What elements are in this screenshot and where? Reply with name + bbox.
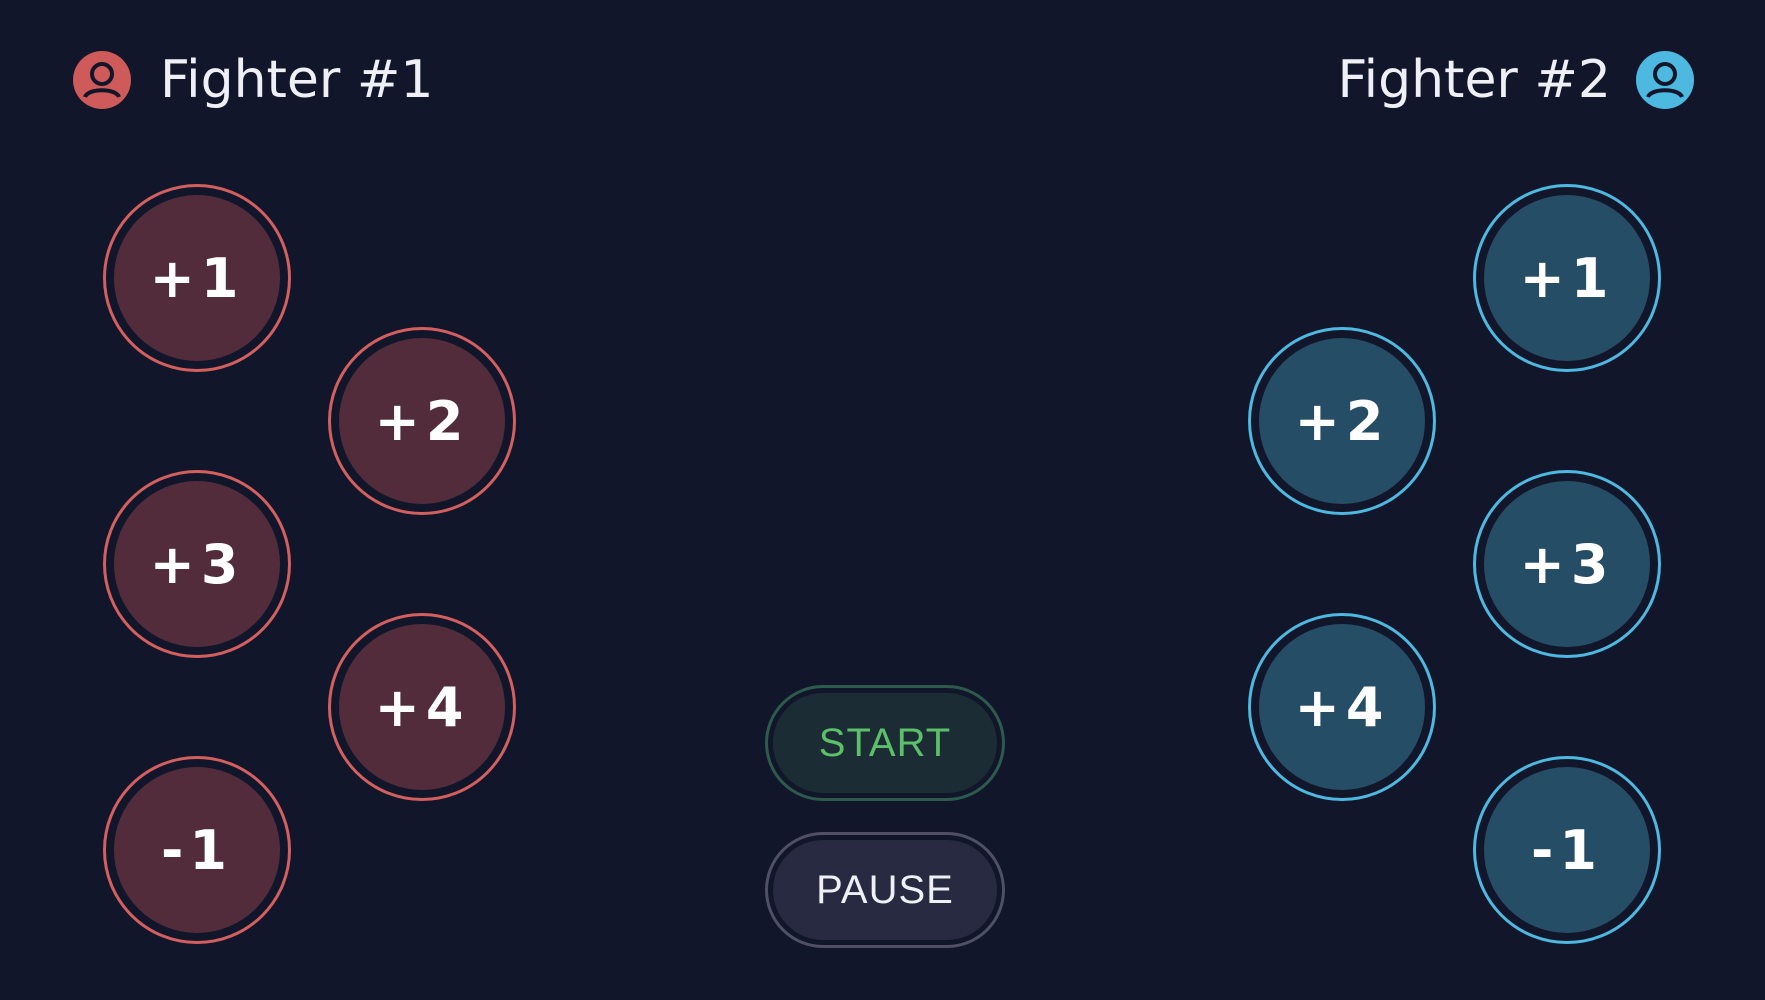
fighter2-header: Fighter #2	[1338, 44, 1695, 116]
fighter1-plus4-button[interactable]: +4	[328, 613, 516, 801]
fighter1-header: Fighter #1	[72, 44, 433, 116]
fighter2-plus2-button[interactable]: +2	[1248, 327, 1436, 515]
fighter2-plus1-button[interactable]: +1	[1473, 184, 1661, 372]
pause-button[interactable]: PAUSE	[765, 832, 1005, 948]
fighter1-plus3-button[interactable]: +3	[103, 470, 291, 658]
fighter1-plus2-button[interactable]: +2	[328, 327, 516, 515]
fighter1-plus1-button[interactable]: +1	[103, 184, 291, 372]
fighter1-minus1-button[interactable]: -1	[103, 756, 291, 944]
fighter2-plus4-button[interactable]: +4	[1248, 613, 1436, 801]
fighter1-user-icon	[73, 51, 131, 109]
pause-button-label: PAUSE	[773, 840, 997, 940]
start-button-label: START	[773, 693, 997, 793]
fighter2-plus3-button[interactable]: +3	[1473, 470, 1661, 658]
fighter2-minus1-button[interactable]: -1	[1473, 756, 1661, 944]
fighter1-name: Fighter #1	[160, 50, 434, 110]
start-button[interactable]: START	[765, 685, 1005, 801]
fighter2-user-icon	[1636, 51, 1694, 109]
fighter2-name: Fighter #2	[1337, 50, 1611, 110]
